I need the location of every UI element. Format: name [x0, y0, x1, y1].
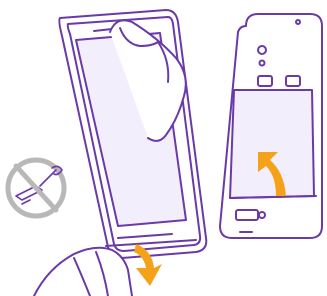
phone-cover-removal-illustration [5, 9, 323, 296]
curved-arrow-icon [134, 244, 162, 286]
phone-back-icon [219, 13, 323, 239]
hand-icon [33, 246, 133, 296]
no-tool-icon [5, 157, 67, 219]
